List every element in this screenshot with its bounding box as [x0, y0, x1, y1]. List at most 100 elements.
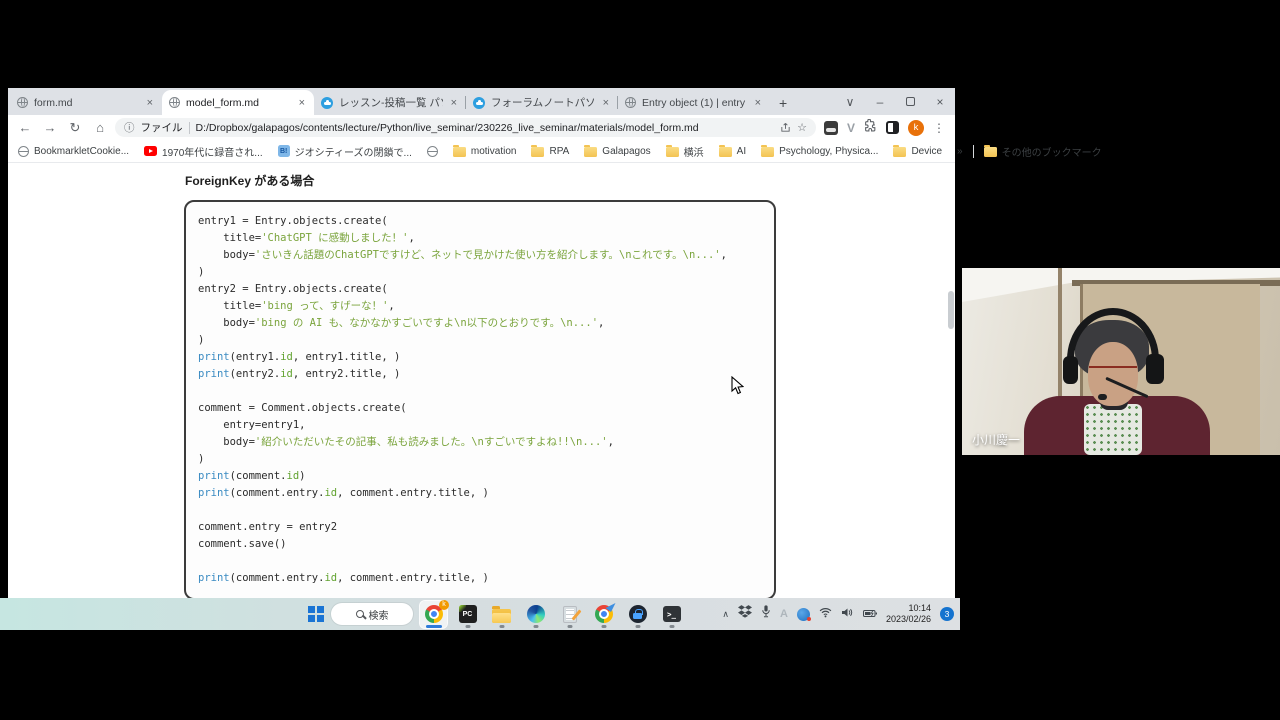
tab-bar: form.md×model_form.md×レッスン-投稿一覧 パソコン仕事×フ…: [8, 88, 955, 115]
start-button[interactable]: [308, 606, 324, 622]
tampermonkey-extension-icon[interactable]: [824, 121, 838, 135]
page-content: ForeignKey がある場合 entry1 = Entry.objects.…: [8, 163, 955, 598]
notepad-taskbar-button[interactable]: [556, 601, 583, 628]
folder-icon: [531, 147, 544, 157]
bookmark-label: motivation: [471, 146, 517, 157]
bookmark-item[interactable]: Psychology, Physica...: [761, 145, 878, 157]
running-indicator: [499, 625, 504, 628]
home-button[interactable]: ⌂: [90, 120, 110, 135]
browser-tab[interactable]: フォーラムノートパソコン仕事 5 倍×: [466, 90, 618, 115]
folder-icon: [492, 609, 511, 623]
microphone-icon[interactable]: [761, 605, 771, 623]
browser-tab[interactable]: form.md×: [10, 90, 162, 115]
folder-icon: [584, 147, 597, 157]
folder-taskbar-button[interactable]: [488, 601, 515, 628]
notification-count-badge[interactable]: 3: [940, 607, 954, 621]
browser-tab[interactable]: model_form.md×: [162, 90, 314, 115]
tab-close-icon[interactable]: ×: [601, 97, 611, 109]
side-panel-icon[interactable]: [886, 121, 899, 134]
bookmark-item[interactable]: motivation: [453, 145, 517, 157]
new-tab-button[interactable]: +: [770, 95, 796, 115]
bookmark-label: 1970年代に録音され...: [162, 144, 263, 159]
browser-tab[interactable]: レッスン-投稿一覧 パソコン仕事 ×: [314, 90, 466, 115]
scrollbar-thumb[interactable]: [948, 291, 954, 329]
tab-close-icon[interactable]: ×: [449, 97, 459, 109]
code-line: print(entry2.id, entry2.title, ): [198, 366, 762, 383]
bookmark-item[interactable]: AI: [719, 145, 746, 157]
bookmarks-bar: BookmarkletCookie... 1970年代に録音され... B!ジオシテ…: [8, 140, 955, 163]
terminal-taskbar-button[interactable]: [658, 601, 685, 628]
chromealt-icon: [595, 605, 613, 623]
chromealt-taskbar-button[interactable]: [590, 601, 617, 628]
code-line: entry1 = Entry.objects.create(: [198, 213, 762, 230]
info-icon[interactable]: ⓘ: [124, 120, 135, 135]
clock-date: 2023/02/26: [886, 614, 931, 625]
bookmark-item[interactable]: BookmarkletCookie...: [18, 146, 129, 157]
scheme-label: ファイル: [141, 120, 183, 135]
pycharm-taskbar-button[interactable]: [454, 601, 481, 628]
tab-title: レッスン-投稿一覧 パソコン仕事: [339, 95, 443, 110]
bookmark-label: RPA: [549, 146, 569, 157]
screen-share-region: form.md×model_form.md×レッスン-投稿一覧 パソコン仕事×フ…: [0, 88, 960, 630]
edge-taskbar-button[interactable]: [522, 601, 549, 628]
dropbox-icon[interactable]: [738, 605, 752, 623]
bookmark-label: Device: [911, 146, 942, 157]
close-button[interactable]: ×: [925, 95, 955, 109]
headset-earcup-right: [1146, 354, 1164, 384]
bookmark-star-icon[interactable]: ☆: [797, 121, 807, 134]
code-line: print(comment.id): [198, 468, 762, 485]
tray-overflow-chevron-icon[interactable]: ∧: [722, 609, 729, 620]
browser-tab[interactable]: Entry object (1) | entry を変更 ×: [618, 90, 770, 115]
running-indicator: [669, 625, 674, 628]
share-icon[interactable]: [780, 122, 791, 133]
battery-icon[interactable]: [863, 605, 877, 623]
tab-search-chevron-icon[interactable]: ∨: [835, 95, 865, 109]
chrome-taskbar-button[interactable]: k: [420, 601, 447, 628]
webcam-video: 小川慶一: [962, 268, 1280, 455]
bookmark-item[interactable]: 1970年代に録音され...: [144, 144, 263, 159]
bookmark-label: BookmarkletCookie...: [34, 146, 129, 157]
forward-button[interactable]: →: [40, 120, 60, 135]
code-block: entry1 = Entry.objects.create( title='Ch…: [184, 200, 776, 598]
reload-button[interactable]: ↻: [65, 120, 85, 136]
notification-app-icon[interactable]: [797, 608, 810, 621]
bookmark-item[interactable]: [427, 146, 438, 157]
vimium-extension-icon[interactable]: V: [847, 121, 855, 135]
tab-title: Entry object (1) | entry を変更: [642, 95, 747, 110]
bookmark-item[interactable]: Galapagos: [584, 145, 650, 157]
keepass-taskbar-button[interactable]: [624, 601, 651, 628]
tab-strip: form.md×model_form.md×レッスン-投稿一覧 パソコン仕事×フ…: [10, 88, 770, 115]
browser-menu-icon[interactable]: ⋮: [933, 121, 945, 135]
profile-avatar[interactable]: k: [908, 120, 924, 136]
bookmark-item[interactable]: B!ジオシティーズの閉鎖で...: [278, 144, 412, 159]
volume-icon[interactable]: [841, 605, 854, 623]
other-bookmarks-folder[interactable]: その他のブックマーク: [984, 144, 1102, 159]
bookmark-item[interactable]: Device: [893, 145, 942, 157]
code-line: entry2 = Entry.objects.create(: [198, 281, 762, 298]
tab-close-icon[interactable]: ×: [753, 97, 763, 109]
minimize-button[interactable]: –: [865, 95, 895, 109]
wifi-icon[interactable]: [819, 605, 832, 623]
section-heading: ForeignKey がある場合: [185, 172, 776, 189]
bookmark-label: ジオシティーズの閉鎖で...: [295, 144, 412, 159]
back-button[interactable]: ←: [15, 120, 35, 135]
ime-mode-indicator[interactable]: A: [780, 608, 788, 620]
bookmarks-overflow-chevron[interactable]: »: [957, 146, 963, 157]
folder-icon: [984, 147, 997, 157]
code-line: ): [198, 264, 762, 281]
tab-close-icon[interactable]: ×: [145, 97, 155, 109]
taskbar-search[interactable]: 検索: [331, 603, 413, 625]
code-line: ): [198, 332, 762, 349]
code-line: [198, 502, 762, 519]
tab-close-icon[interactable]: ×: [297, 97, 307, 109]
address-separator: [189, 122, 190, 134]
taskbar-clock[interactable]: 10:14 2023/02/26: [886, 603, 931, 626]
bookmark-item[interactable]: 横浜: [666, 144, 704, 159]
restore-button[interactable]: [895, 95, 925, 109]
bookmark-item[interactable]: RPA: [531, 145, 569, 157]
extensions-puzzle-icon[interactable]: [864, 119, 877, 137]
address-bar[interactable]: ⓘ ファイル D:/Dropbox/galapagos/contents/lec…: [115, 118, 816, 137]
participant-name-label: 小川慶一: [972, 431, 1020, 448]
keepass-icon: [629, 605, 647, 623]
windows-taskbar: 検索 k ∧ A: [0, 598, 960, 630]
